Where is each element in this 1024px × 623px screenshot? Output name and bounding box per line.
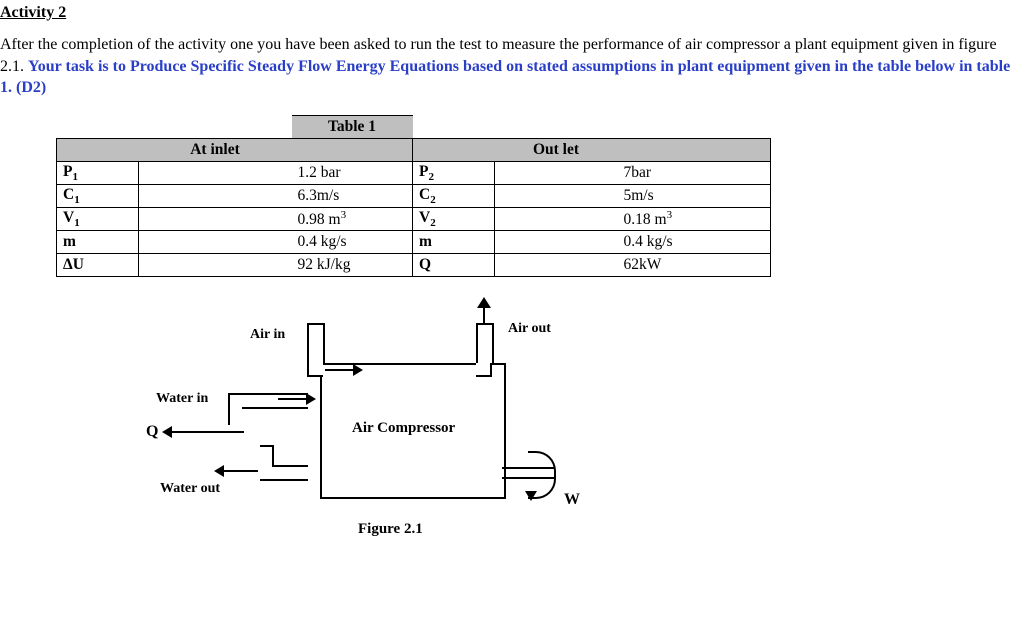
water-out-pipe-h (260, 465, 308, 481)
compressor-diagram: Air Compressor Air in Air out Water in W… (120, 305, 680, 565)
activity-heading: Activity 2 (0, 4, 1024, 22)
air-in-pipe-elbow (307, 361, 323, 377)
water-out-label: Water out (160, 481, 220, 497)
table-row: V1 0.98 m3 V2 0.18 m3 (57, 207, 771, 230)
air-out-pipe-elbow (476, 361, 492, 377)
q-arrowhead-icon (162, 426, 172, 438)
q-label: Q (146, 423, 158, 441)
air-in-arrow-line (325, 369, 353, 371)
w-curl-arrowhead-icon (525, 491, 537, 501)
water-in-arrow-line (278, 398, 306, 400)
w-label: W (564, 491, 580, 509)
water-in-pipe-h (240, 393, 308, 409)
table-title-row: Table 1 (57, 115, 771, 138)
air-in-pipe-vert (307, 323, 325, 363)
table-row: C1 6.3m/s C2 5m/s (57, 184, 771, 207)
water-in-label: Water in (156, 391, 208, 407)
compressor-box-label: Air Compressor (352, 420, 455, 437)
table-row: m 0.4 kg/s m 0.4 kg/s (57, 231, 771, 254)
air-in-label: Air in (250, 327, 285, 343)
table-row: ΔU 92 kJ/kg Q 62kW (57, 254, 771, 277)
water-in-pipe-v (228, 393, 242, 425)
data-table: Table 1 At inlet Out let P1 1.2 bar P2 7… (56, 115, 771, 277)
table-header-row: At inlet Out let (57, 138, 771, 161)
intro-paragraph: After the completion of the activity one… (0, 34, 1024, 99)
air-in-arrowhead-icon (353, 364, 363, 376)
figure-caption: Figure 2.1 (358, 521, 423, 538)
table-row: P1 1.2 bar P2 7bar (57, 161, 771, 184)
water-out-arrow-line (224, 470, 258, 472)
air-out-pipe-vert (476, 323, 494, 363)
water-out-pipe-v (260, 445, 274, 467)
air-out-arrowhead-icon (477, 297, 491, 308)
intro-task-text: Your task is to Produce Specific Steady … (0, 58, 1010, 97)
water-out-arrowhead-icon (214, 465, 224, 477)
table-title: Table 1 (292, 115, 413, 138)
q-arrow-line (172, 431, 244, 433)
water-in-arrowhead-icon (306, 393, 316, 405)
air-out-label: Air out (508, 321, 551, 337)
outlet-header: Out let (495, 138, 618, 161)
inlet-header: At inlet (139, 138, 292, 161)
